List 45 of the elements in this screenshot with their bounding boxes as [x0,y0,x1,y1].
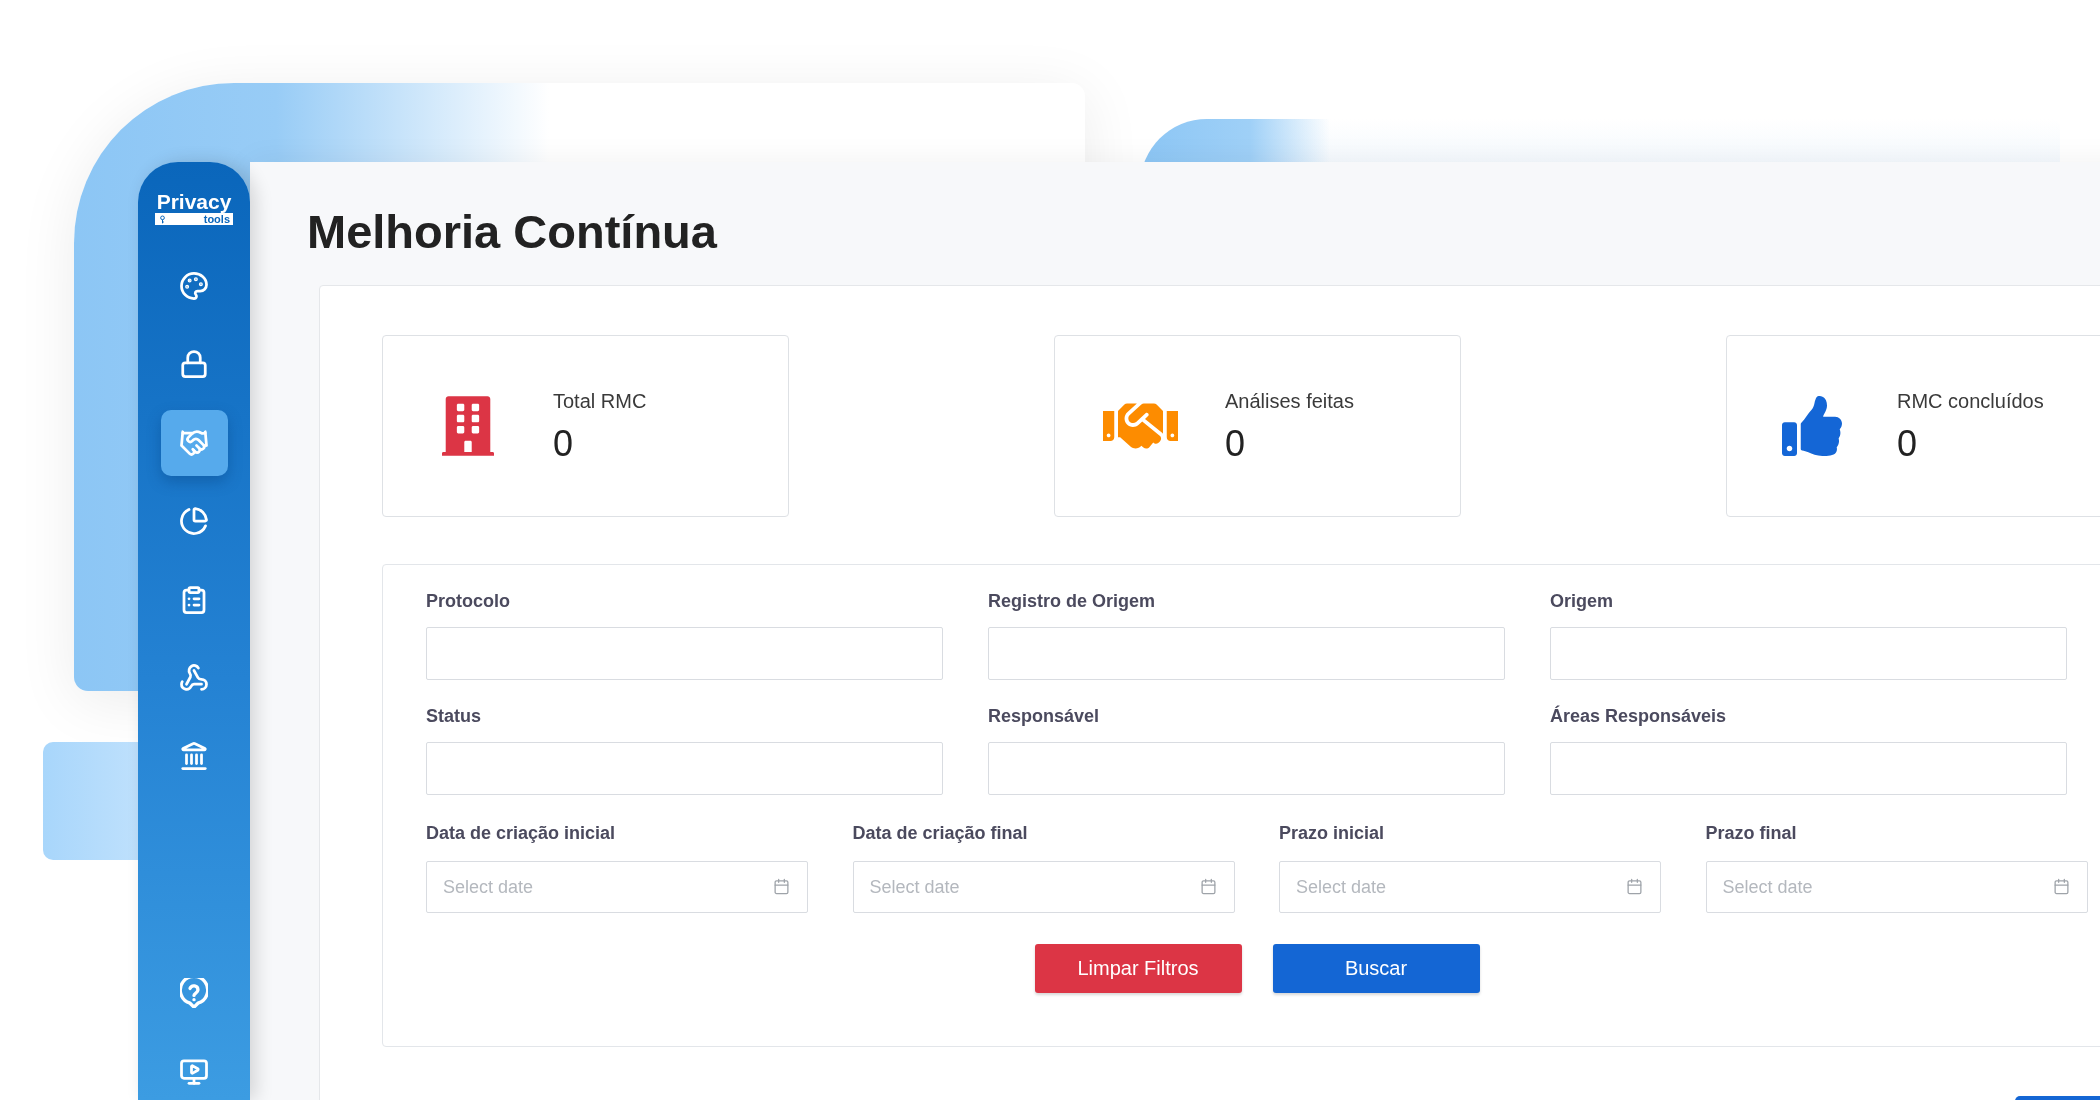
stat-label: Total RMC [553,388,647,413]
field-label: Origem [1550,590,1614,612]
field-label: Prazo final [1705,822,1797,844]
stat-value: 0 [553,423,574,464]
webhook-icon [179,662,209,693]
date-field[interactable]: Select date [1279,861,1661,913]
input-field[interactable] [426,627,943,680]
field-label: Protocolo [426,590,510,612]
pie-chart-icon [179,506,209,537]
field-label: Registro de Origem [988,590,1156,612]
action-button[interactable]: Limpar Filtros [1034,944,1242,993]
date-field[interactable]: Select date [426,861,808,913]
lock-icon [179,349,209,380]
stat-label: RMC concluídos [1897,388,2044,413]
field-label: Data de criação inicial [426,822,616,844]
palette-icon [179,271,209,301]
logo-title: Privacy [156,191,232,213]
stat-value: 0 [1897,423,1918,464]
input-field[interactable] [988,742,1505,795]
stat-label: Análises feitas [1225,388,1354,413]
input-field[interactable] [988,627,1505,680]
bank-icon [179,741,209,772]
field-label: Responsável [988,705,1100,727]
field-label: Prazo inicial [1279,822,1385,844]
sidebar-nav-button[interactable] [160,409,228,476]
calendar-icon [2052,878,2070,895]
date-field[interactable]: Select date [1705,861,2088,913]
field-label: Áreas Responsáveis [1550,705,1727,727]
input-field[interactable] [1550,627,2067,680]
key-icon [160,214,165,224]
handshake-icon [179,427,209,458]
stat-value: 0 [1225,423,1246,464]
calendar-icon [1199,878,1217,895]
help-icon [180,978,208,1009]
input-field[interactable] [1550,742,2067,795]
field-label: Status [426,705,481,727]
calendar-icon [773,878,790,895]
input-field[interactable] [426,742,943,795]
page-title: Melhoria Contínua [307,205,717,259]
calendar-icon [1626,878,1643,895]
field-label: Data de criação final [852,822,1028,844]
action-button[interactable]: Buscar [1272,944,1480,993]
date-field[interactable]: Select date [852,861,1235,913]
logo-subtitle: tools [203,213,230,225]
monitor-play-icon [179,1056,209,1087]
